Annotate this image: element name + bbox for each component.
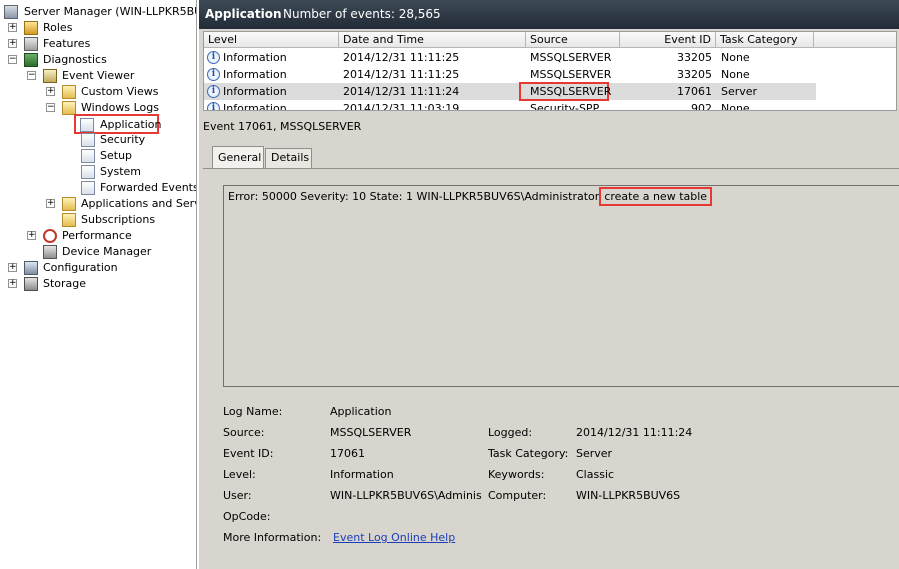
user-label: User: — [223, 489, 252, 502]
level-label: Level: — [223, 468, 256, 481]
information-icon: i — [207, 51, 220, 64]
collapse-icon[interactable]: − — [8, 55, 17, 64]
diagnostics-icon — [24, 53, 38, 67]
information-icon: i — [207, 102, 220, 110]
computer-value: WIN-LLPKR5BUV6S — [576, 489, 681, 502]
event-id-label: Event ID: — [223, 447, 274, 460]
collapse-icon[interactable]: − — [27, 71, 36, 80]
expand-icon[interactable]: + — [8, 279, 17, 288]
log-icon — [81, 165, 95, 179]
column-header-event-id[interactable]: Event ID — [620, 32, 716, 48]
expand-icon[interactable]: + — [8, 23, 17, 32]
expand-icon[interactable]: + — [8, 263, 17, 272]
highlighted-message: create a new table — [599, 187, 713, 206]
log-icon — [81, 133, 95, 147]
folder-icon — [62, 101, 76, 115]
folder-icon — [62, 197, 76, 211]
column-header-source[interactable]: Source — [526, 32, 620, 48]
tree-item-application[interactable]: Application — [74, 114, 161, 134]
expand-icon[interactable]: + — [46, 199, 55, 208]
computer-label: Computer: — [488, 489, 547, 502]
table-row-selected[interactable]: i Information 2014/12/31 11:11:24 MSSQLS… — [204, 82, 816, 101]
column-header-level[interactable]: Level — [204, 32, 339, 48]
pane-title: Application — [205, 7, 282, 21]
features-icon — [24, 37, 38, 51]
expand-icon[interactable]: + — [8, 39, 17, 48]
configuration-icon — [24, 261, 38, 275]
logged-label: Logged: — [488, 426, 533, 439]
pane-title-bar: Application Number of events: 28,565 — [199, 0, 899, 29]
performance-icon — [43, 229, 57, 243]
event-id-value: 17061 — [330, 447, 365, 460]
column-header-task-category[interactable]: Task Category — [716, 32, 814, 48]
device-manager-icon — [43, 245, 57, 259]
opcode-label: OpCode: — [223, 510, 271, 523]
table-row[interactable]: i Information 2014/12/31 11:11:25 MSSQLS… — [204, 66, 816, 83]
column-header-date[interactable]: Date and Time — [339, 32, 526, 48]
event-message: Error: 50000 Severity: 10 State: 1 WIN-L… — [228, 187, 713, 206]
source-value: MSSQLSERVER — [330, 426, 412, 439]
user-value: WIN-LLPKR5BUV6S\Adminis — [330, 489, 482, 502]
highlighted-source: MSSQLSERVER — [519, 82, 611, 101]
table-row[interactable]: i Information 2014/12/31 11:11:25 MSSQLS… — [204, 49, 816, 66]
logged-value: 2014/12/31 11:11:24 — [576, 426, 693, 439]
event-message-box[interactable]: Error: 50000 Severity: 10 State: 1 WIN-L… — [223, 185, 899, 387]
more-information-label: More Information: — [223, 531, 322, 544]
collapse-icon[interactable]: − — [46, 103, 55, 112]
tab-details[interactable]: Details — [265, 148, 312, 168]
source-label: Source: — [223, 426, 265, 439]
folder-icon — [62, 85, 76, 99]
events-grid: Level Date and Time Source Event ID Task… — [203, 31, 897, 111]
keywords-value: Classic — [576, 468, 615, 481]
expand-icon[interactable]: + — [46, 87, 55, 96]
server-icon — [4, 5, 18, 19]
event-detail-title: Event 17061, MSSQLSERVER — [203, 120, 362, 133]
level-value: Information — [330, 468, 394, 481]
task-category-label: Task Category: — [488, 447, 569, 460]
table-row[interactable]: i Information 2014/12/31 11:03:19 Securi… — [204, 100, 816, 110]
information-icon: i — [207, 68, 220, 81]
log-icon — [80, 118, 94, 132]
event-viewer-icon — [43, 69, 57, 83]
expand-icon[interactable]: + — [27, 231, 36, 240]
folder-icon — [62, 213, 76, 227]
log-name-label: Log Name: — [223, 405, 283, 418]
roles-icon — [24, 21, 38, 35]
navigation-tree: Server Manager (WIN-LLPKR5BUV6 + Roles +… — [0, 0, 197, 569]
log-icon — [81, 149, 95, 163]
column-header-filler — [814, 32, 896, 48]
log-name-value: Application — [330, 405, 392, 418]
event-log-online-help-link[interactable]: Event Log Online Help — [333, 531, 455, 544]
keywords-label: Keywords: — [488, 468, 545, 481]
storage-icon — [24, 277, 38, 291]
tab-general[interactable]: General — [212, 146, 264, 168]
main-pane: Application Number of events: 28,565 Lev… — [199, 0, 899, 569]
information-icon: i — [207, 85, 220, 98]
event-count: Number of events: 28,565 — [283, 7, 441, 21]
task-category-value: Server — [576, 447, 613, 460]
log-icon — [81, 181, 95, 195]
